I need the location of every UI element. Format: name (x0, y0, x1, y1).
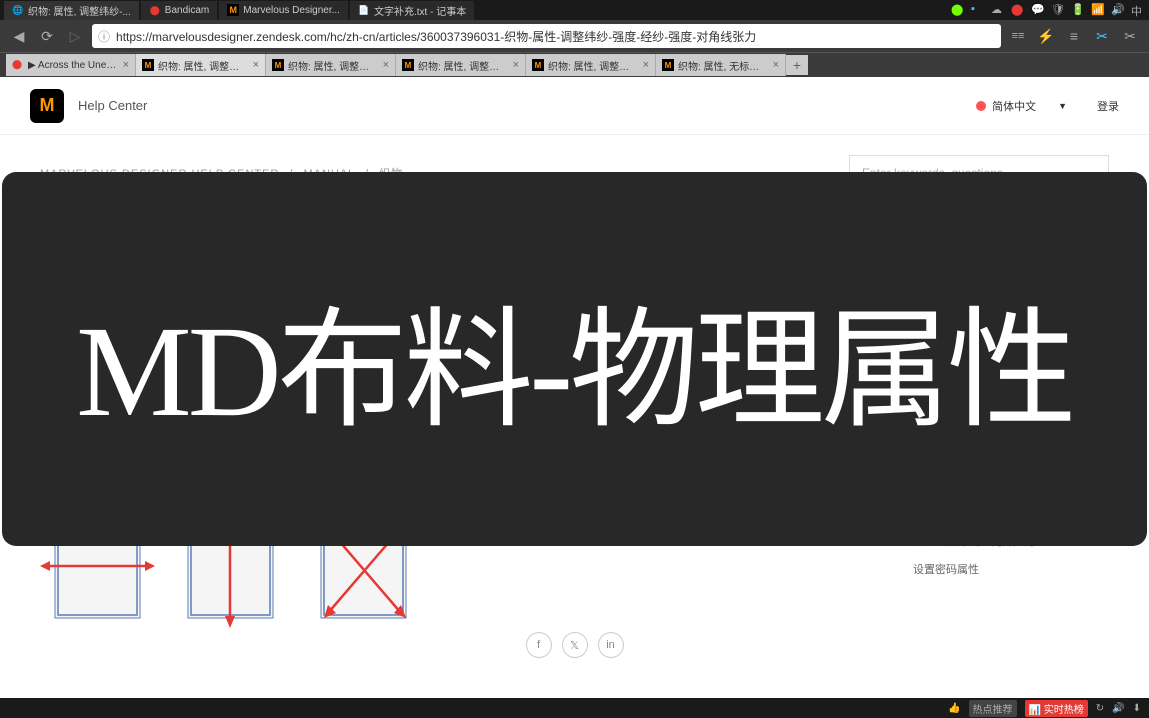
login-link[interactable]: 登录 (1097, 98, 1119, 114)
browser-toolbar: ◀ ⟳ ▷ ⓘ https://marvelousdesigner.zendes… (0, 20, 1149, 53)
back-button[interactable]: ◀ (8, 25, 30, 47)
taskbar-item[interactable]: 📄 文字补充.txt - 记事本 (350, 1, 474, 20)
taskbar-label: Marvelous Designer... (243, 5, 340, 16)
os-taskbar: 🌐 织物: 属性, 调整纬纱-... ⬤ Bandicam M Marvelou… (0, 0, 1149, 20)
close-icon[interactable]: × (511, 59, 521, 71)
taskbar-label: 织物: 属性, 调整纬纱-... (28, 3, 131, 18)
tools-icon[interactable]: ✂ (1119, 25, 1141, 47)
screenshot-icon[interactable]: ✂ (1091, 25, 1113, 47)
speed-icon[interactable]: ⚡ (1035, 25, 1057, 47)
notepad-icon: 📄 (358, 4, 370, 16)
md-icon: M (662, 59, 674, 71)
browser-tab[interactable]: M 织物: 属性, 无标题 – Ma... × (656, 54, 786, 76)
extensions-icon[interactable]: ≡≡ (1007, 25, 1029, 47)
tab-label: 织物: 属性, 调整纬纱-强... (158, 58, 247, 73)
sidebar-item[interactable]: 设置密码属性 (899, 555, 1109, 583)
hot-rank-button[interactable]: 📊 实时热榜 (1025, 700, 1088, 717)
battery-icon[interactable]: 🔋 (1071, 3, 1085, 17)
close-icon[interactable]: × (381, 59, 391, 71)
taskbar-label: 文字补充.txt - 记事本 (374, 3, 466, 18)
download-icon[interactable]: ⬇ (1133, 703, 1141, 714)
site-header: M Help Center 简体中文 ▼ 登录 (0, 77, 1149, 135)
taskbar-label: Bandicam (165, 5, 209, 16)
md-icon: M (227, 4, 239, 16)
share-buttons: f 𝕏 in (526, 632, 624, 658)
address-bar[interactable]: ⓘ https://marvelousdesigner.zendesk.com/… (92, 24, 1001, 48)
tab-label: 织物: 属性, 调整经纬纱... (288, 58, 377, 73)
volume-icon[interactable]: 🔊 (1112, 703, 1124, 714)
taskbar-item[interactable]: ⬤ Bandicam (141, 1, 217, 20)
forward-button[interactable]: ▷ (64, 25, 86, 47)
facebook-share-button[interactable]: f (526, 632, 552, 658)
lang-label: 简体中文 (992, 98, 1036, 114)
logo[interactable]: M (30, 89, 64, 123)
video-overlay: MD布料-物理属性 (2, 172, 1147, 546)
md-icon: M (142, 59, 154, 71)
tray-icon[interactable]: ⬤ (1011, 3, 1025, 17)
site-info-icon[interactable]: ⓘ (98, 28, 110, 45)
url-text: https://marvelousdesigner.zendesk.com/hc… (116, 28, 995, 45)
menu-button[interactable]: ≡ (1063, 25, 1085, 47)
twitter-share-button[interactable]: 𝕏 (562, 632, 588, 658)
hot-recommend-button[interactable]: 热点推荐 (969, 700, 1017, 717)
tab-label: ▶ Across the Unex... (28, 60, 117, 71)
bandicam-icon: ⬤ (149, 4, 161, 16)
browser-tab[interactable]: M 织物: 属性, 调整变形率... × (396, 54, 526, 76)
cloud-icon[interactable]: ☁ (991, 3, 1005, 17)
tray-icon[interactable]: ▪ (971, 3, 985, 17)
help-center-link[interactable]: Help Center (78, 98, 147, 113)
lang-indicator[interactable]: 中 (1131, 3, 1145, 17)
shield-icon[interactable]: 🛡 (1051, 3, 1065, 17)
close-icon[interactable]: × (251, 59, 261, 71)
md-icon: M (402, 59, 414, 71)
system-tray: ⬤ ▪ ☁ ⬤ 💬 🛡 🔋 📶 🔊 中 (951, 3, 1145, 17)
new-tab-button[interactable]: + (786, 55, 808, 75)
browser-tabs: ⬤ ▶ Across the Unex... × M 织物: 属性, 调整纬纱-… (0, 53, 1149, 77)
tab-label: 织物: 属性, 无标题 – Ma... (678, 58, 767, 73)
taskbar-item[interactable]: 🌐 织物: 属性, 调整纬纱-... (4, 1, 139, 20)
tab-label: 织物: 属性, 调整变形率... (418, 58, 507, 73)
volume-icon[interactable]: 🔊 (1111, 3, 1125, 17)
md-icon: M (532, 59, 544, 71)
linkedin-share-button[interactable]: in (598, 632, 624, 658)
play-icon: ⬤ (12, 59, 24, 71)
language-selector[interactable]: 简体中文 ▼ (976, 98, 1067, 114)
browser-tab[interactable]: ⬤ ▶ Across the Unex... × (6, 54, 136, 76)
taskbar-item[interactable]: M Marvelous Designer... (219, 1, 348, 20)
wechat-icon[interactable]: 💬 (1031, 3, 1045, 17)
tray-icon[interactable]: ⬤ (951, 3, 965, 17)
network-icon[interactable]: 📶 (1091, 3, 1105, 17)
close-icon[interactable]: × (771, 59, 781, 71)
reload-button[interactable]: ⟳ (36, 25, 58, 47)
md-icon: M (272, 59, 284, 71)
close-icon[interactable]: × (121, 59, 131, 71)
browser-tab[interactable]: M 织物: 属性, 调整经纬纱... × (266, 54, 396, 76)
close-icon[interactable]: × (641, 59, 651, 71)
taskbar-apps: 🌐 织物: 属性, 调整纬纱-... ⬤ Bandicam M Marvelou… (4, 1, 474, 20)
overlay-title: MD布料-物理属性 (76, 265, 1073, 453)
lang-dot-icon (976, 101, 986, 111)
bottom-toolbar: 👍 热点推荐 📊 实时热榜 ↻ 🔊 ⬇ (0, 698, 1149, 718)
app-icon: 🌐 (12, 4, 24, 16)
refresh-icon[interactable]: ↻ (1096, 703, 1104, 714)
chevron-down-icon: ▼ (1058, 101, 1067, 111)
browser-tab-active[interactable]: M 织物: 属性, 调整纬纱-强... × (136, 54, 266, 76)
tab-label: 织物: 属性, 调整变形强度... (548, 58, 637, 73)
browser-tab[interactable]: M 织物: 属性, 调整变形强度... × (526, 54, 656, 76)
thumbs-up-icon[interactable]: 👍 (948, 703, 960, 714)
